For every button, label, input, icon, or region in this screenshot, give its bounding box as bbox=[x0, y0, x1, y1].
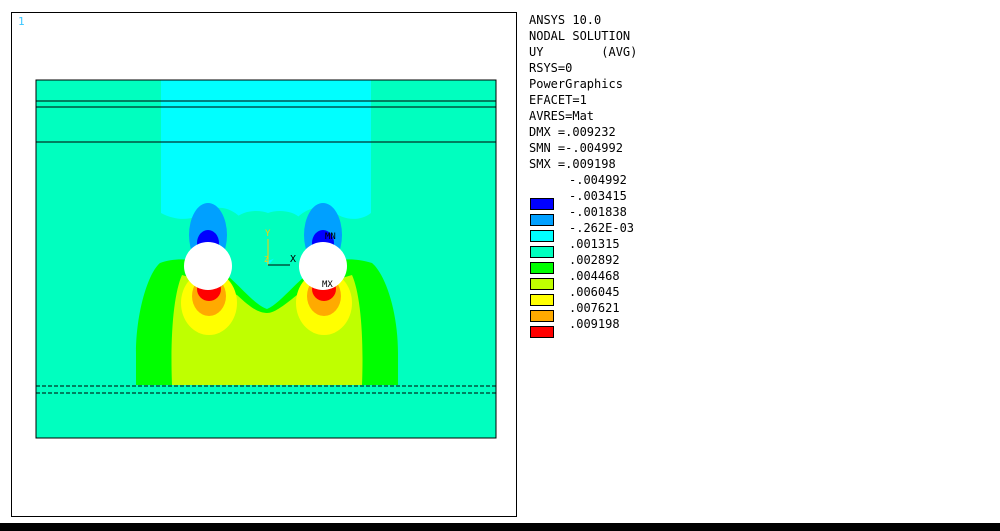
contour-legend: -.004992 -.003415 -.001838 -.262E-03 .001315… bbox=[529, 172, 729, 338]
legend-value: .007621 bbox=[569, 301, 620, 315]
legend-value: -.004992 bbox=[569, 173, 627, 187]
min-marker: MN bbox=[325, 232, 336, 242]
legend-entry: .004468 bbox=[529, 268, 729, 290]
legend-value: -.262E-03 bbox=[569, 221, 635, 235]
info-line: AVRES=Mat bbox=[529, 109, 595, 123]
legend-value: -.001838 bbox=[569, 205, 627, 219]
triad-z-label: Z bbox=[264, 255, 269, 264]
legend-panel: ANSYS 10.0 NODAL SOLUTION UY (AVG) RSYS=0 Po… bbox=[529, 12, 729, 338]
info-line: RSYS=0 bbox=[529, 61, 573, 75]
info-line: ANSYS 10.0 bbox=[529, 13, 602, 27]
graphics-viewport[interactable]: 1 Y X Z MN MX bbox=[11, 12, 517, 517]
legend-value: -.003415 bbox=[569, 189, 627, 203]
legend-entry: .002892 bbox=[529, 252, 729, 274]
info-line: EFACET=1 bbox=[529, 93, 587, 107]
legend-entry: -.262E-03 bbox=[529, 220, 729, 242]
triad-x-label: X bbox=[290, 254, 296, 265]
contour-plot: Y X Z MN MX bbox=[35, 79, 497, 439]
max-marker: MX bbox=[322, 280, 333, 290]
legend-value: .002892 bbox=[569, 253, 620, 267]
info-line: SMX =.009198 bbox=[529, 157, 616, 171]
info-line: DMX =.009232 bbox=[529, 125, 616, 139]
info-line: PowerGraphics bbox=[529, 77, 623, 91]
info-line: NODAL SOLUTION bbox=[529, 29, 631, 43]
legend-value: .009198 bbox=[569, 317, 620, 331]
legend-entry: -.004992 bbox=[529, 172, 729, 188]
bottom-bar bbox=[0, 523, 1000, 531]
legend-swatch bbox=[530, 326, 554, 338]
legend-entry: .007621 bbox=[529, 300, 729, 322]
legend-entry: -.001838 bbox=[529, 204, 729, 226]
legend-value: .004468 bbox=[569, 269, 620, 283]
solution-info: ANSYS 10.0 NODAL SOLUTION UY (AVG) RSYS=0 Po… bbox=[529, 12, 729, 172]
legend-value: .001315 bbox=[569, 237, 620, 251]
info-line: SMN =-.004992 bbox=[529, 141, 623, 155]
hole-left bbox=[184, 242, 232, 290]
info-line: UY (AVG) bbox=[529, 45, 638, 59]
legend-entry: -.003415 bbox=[529, 188, 729, 210]
legend-entry: .006045 bbox=[529, 284, 729, 306]
legend-entry: .001315 bbox=[529, 236, 729, 258]
legend-value: .006045 bbox=[569, 285, 620, 299]
triad-y-label: Y bbox=[265, 229, 271, 239]
legend-entry: .009198 bbox=[529, 316, 729, 338]
